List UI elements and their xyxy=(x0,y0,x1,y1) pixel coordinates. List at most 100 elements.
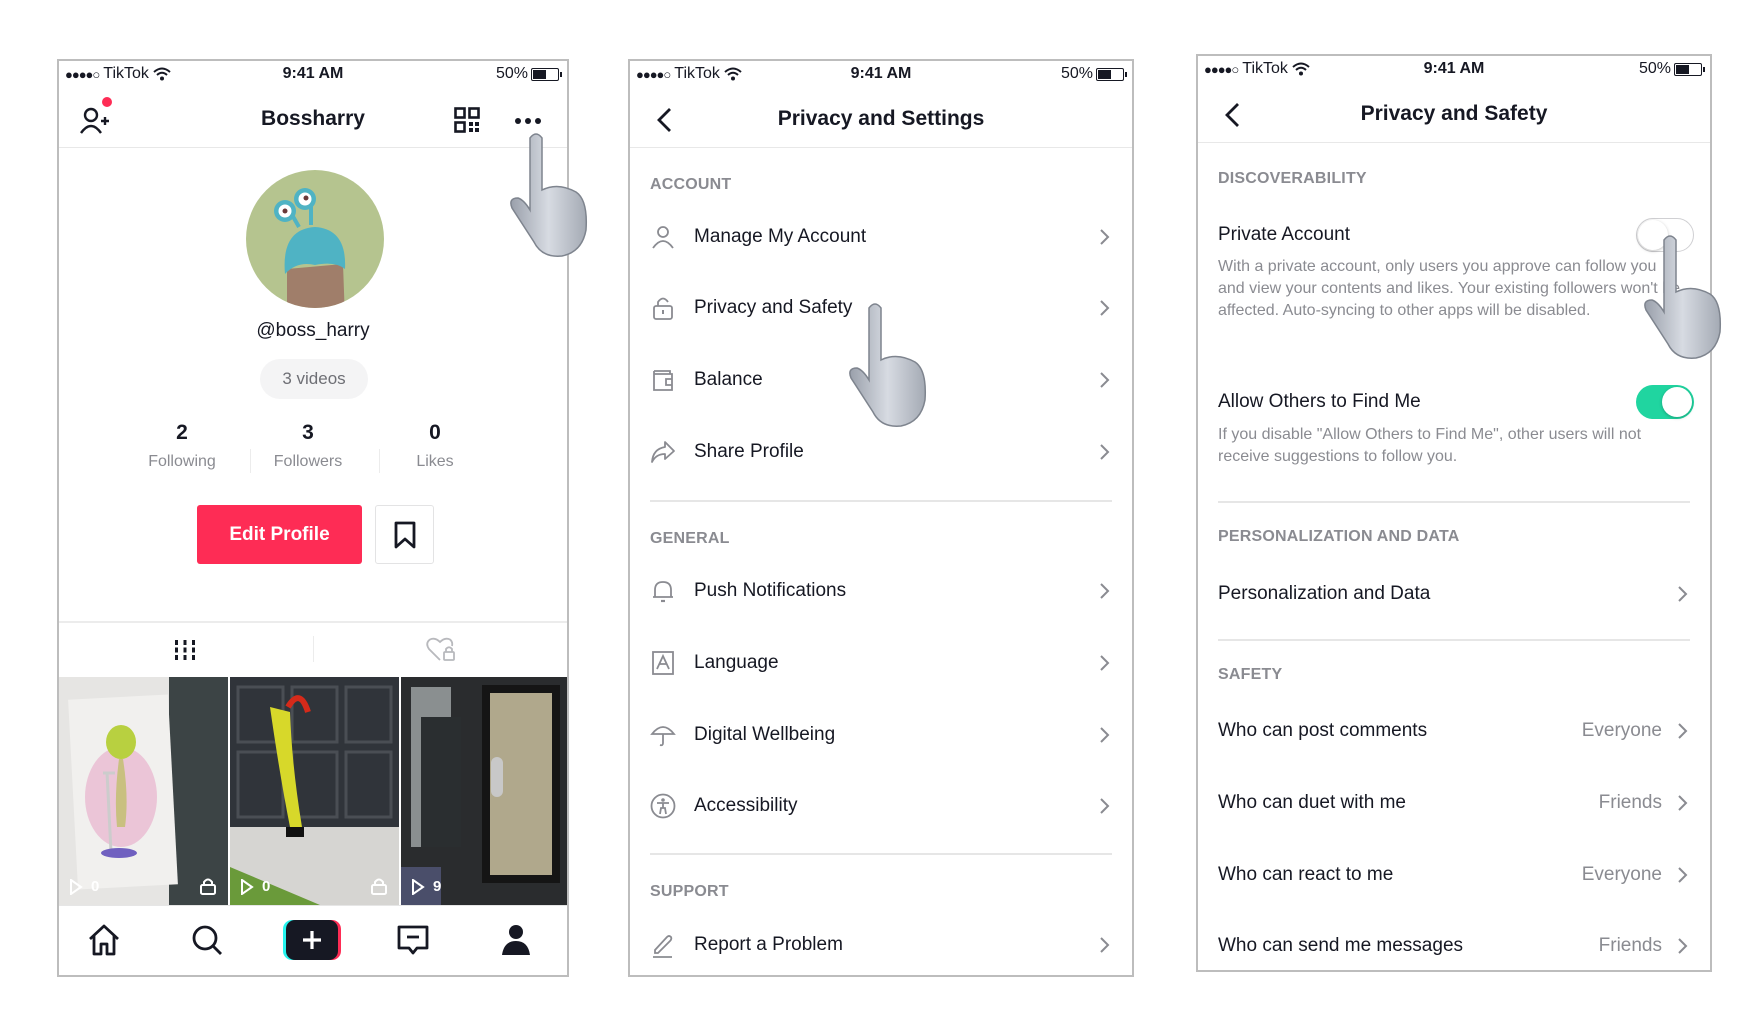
settings-item-label: Manage My Account xyxy=(694,226,867,247)
battery-percent: 50% xyxy=(1060,65,1093,82)
play-icon xyxy=(241,878,254,895)
stat-label: Following xyxy=(148,453,216,470)
settings-item-label: Balance xyxy=(694,369,763,390)
battery-icon xyxy=(531,67,562,81)
section-header-personalization: PERSONALIZATION AND DATA xyxy=(1218,528,1460,545)
video-thumbnail-image xyxy=(59,677,228,905)
settings-item-digital-wellbeing[interactable]: Digital Wellbeing xyxy=(630,707,1132,763)
profile-icon[interactable] xyxy=(498,922,534,958)
section-divider xyxy=(650,853,1112,855)
safety-item-messages[interactable]: Who can send me messages Friends xyxy=(1198,918,1710,970)
settings-item-label: Who can duet with me xyxy=(1218,792,1406,813)
battery-icon xyxy=(1674,62,1705,76)
video-thumbnail-image xyxy=(401,677,567,905)
settings-item-label: Language xyxy=(694,652,779,673)
qr-code-icon[interactable] xyxy=(454,107,480,133)
section-divider xyxy=(1218,501,1690,503)
section-divider xyxy=(1218,639,1690,641)
chevron-right-icon xyxy=(1100,583,1110,599)
settings-item-label: Personalization and Data xyxy=(1218,583,1431,604)
setting-value: Friends xyxy=(1598,792,1662,813)
bell-icon xyxy=(653,581,673,603)
view-count: 0 xyxy=(69,878,99,895)
video-count-pill: 3 videos xyxy=(260,359,368,399)
profile-screen: ●●●●○ TikTok 9:41 AM 50% Bossharry @boss_… xyxy=(57,59,569,977)
chevron-right-icon xyxy=(1100,372,1110,388)
settings-item-push-notifications[interactable]: Push Notifications xyxy=(630,563,1132,619)
language-icon xyxy=(652,651,674,675)
home-icon[interactable] xyxy=(86,922,122,958)
battery-percent: 50% xyxy=(495,65,528,82)
stat-value: 2 xyxy=(176,421,188,444)
inbox-icon[interactable] xyxy=(395,922,431,958)
settings-item-balance[interactable]: Balance xyxy=(630,352,1132,408)
lock-icon xyxy=(200,878,216,895)
settings-item-label: Privacy and Safety xyxy=(694,297,853,318)
accessibility-icon xyxy=(650,793,676,819)
favorites-button[interactable] xyxy=(375,505,434,564)
safety-item-comments[interactable]: Who can post comments Everyone xyxy=(1198,703,1710,759)
setting-value: Everyone xyxy=(1581,720,1662,741)
more-options-icon[interactable] xyxy=(514,117,542,125)
allow-find-toggle[interactable] xyxy=(1636,385,1694,419)
section-header-account: ACCOUNT xyxy=(650,176,732,193)
safety-item-react[interactable]: Who can react to me Everyone xyxy=(1198,847,1710,903)
video-thumbnail[interactable]: 0 xyxy=(230,677,399,905)
safety-item-duet[interactable]: Who can duet with me Friends xyxy=(1198,775,1710,831)
section-header-general: GENERAL xyxy=(650,530,730,547)
stat-likes[interactable]: 0 Likes xyxy=(380,421,490,471)
settings-item-label: Report a Problem xyxy=(694,934,843,955)
privacy-header: Privacy and Safety xyxy=(1198,86,1710,143)
video-thumbnail[interactable]: 0 xyxy=(59,677,228,905)
video-thumbnail[interactable]: 9 xyxy=(401,677,567,905)
discover-icon[interactable] xyxy=(189,922,225,958)
video-thumbnail-image xyxy=(230,677,399,905)
privacy-safety-screen: ●●●●○ TikTok 9:41 AM 50% Privacy and Safe… xyxy=(1196,54,1712,972)
status-bar: ●●●●○ TikTok 9:41 AM 50% xyxy=(59,61,567,91)
section-header-discoverability: DISCOVERABILITY xyxy=(1218,170,1367,187)
bottom-nav xyxy=(59,905,567,975)
stat-divider xyxy=(250,449,251,473)
settings-item-personalization-data[interactable]: Personalization and Data xyxy=(1198,566,1710,622)
battery-icon xyxy=(1096,67,1127,81)
chevron-right-icon xyxy=(1678,938,1688,954)
liked-private-icon xyxy=(426,637,455,661)
section-header-safety: SAFETY xyxy=(1218,666,1283,683)
settings-item-share-profile[interactable]: Share Profile xyxy=(630,424,1132,480)
profile-title: Bossharry xyxy=(261,107,365,130)
settings-item-privacy-safety[interactable]: Privacy and Safety xyxy=(630,280,1132,336)
profile-header: Bossharry xyxy=(59,91,567,148)
chevron-right-icon xyxy=(1100,655,1110,671)
section-header-support: SUPPORT xyxy=(650,883,729,900)
settings-item-report-problem[interactable]: Report a Problem xyxy=(630,917,1132,973)
status-time: 9:41 AM xyxy=(850,65,912,82)
lock-icon xyxy=(653,297,673,320)
lock-icon xyxy=(371,878,387,895)
stat-followers[interactable]: 3 Followers xyxy=(253,421,363,471)
avatar[interactable] xyxy=(245,169,385,309)
settings-item-language[interactable]: Language xyxy=(630,635,1132,691)
view-count-value: 0 xyxy=(91,878,100,895)
username: @boss_harry xyxy=(256,320,370,341)
pencil-icon xyxy=(653,935,673,958)
tab-videos[interactable] xyxy=(59,623,313,677)
private-account-toggle[interactable] xyxy=(1636,218,1694,252)
settings-item-accessibility[interactable]: Accessibility xyxy=(630,778,1132,834)
status-time: 9:41 AM xyxy=(1423,60,1485,77)
person-icon xyxy=(652,226,674,249)
settings-item-label: Who can react to me xyxy=(1218,864,1394,885)
grid-icon xyxy=(175,640,195,660)
chevron-right-icon xyxy=(1100,727,1110,743)
create-button[interactable] xyxy=(283,920,341,960)
settings-item-label: Push Notifications xyxy=(694,580,847,601)
chevron-right-icon xyxy=(1100,937,1110,953)
wallet-icon xyxy=(653,370,673,391)
settings-item-manage-account[interactable]: Manage My Account xyxy=(630,209,1132,265)
tab-liked[interactable] xyxy=(314,623,567,677)
stat-following[interactable]: 2 Following xyxy=(127,421,237,471)
chevron-right-icon xyxy=(1678,586,1688,602)
edit-profile-button[interactable]: Edit Profile xyxy=(197,505,362,564)
allow-find-description: If you disable "Allow Others to Find Me"… xyxy=(1218,426,1642,465)
setting-value: Friends xyxy=(1598,935,1662,956)
setting-value: Everyone xyxy=(1581,864,1662,885)
